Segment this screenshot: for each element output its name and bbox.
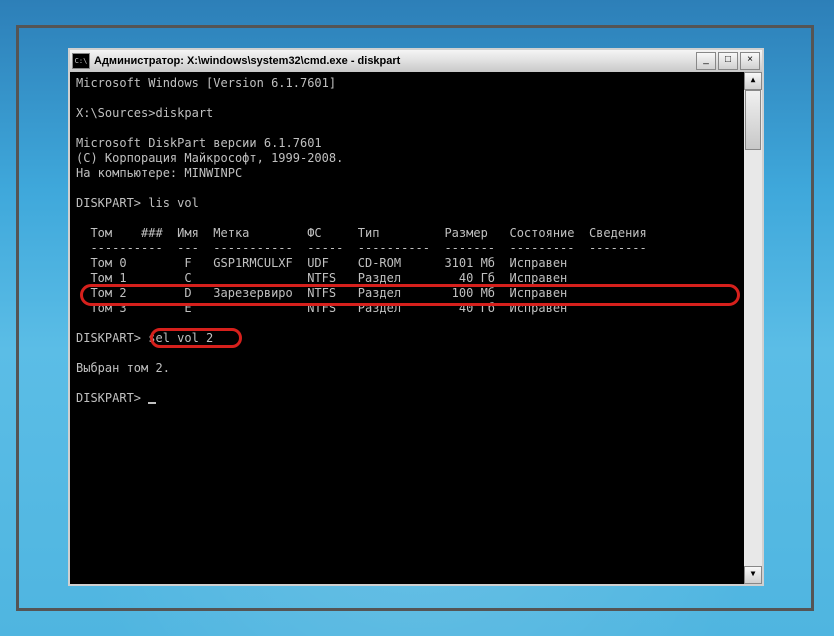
cmd-icon: C:\	[72, 53, 90, 69]
table-row: Том 1 C NTFS Раздел 40 Гб Исправен	[76, 271, 567, 285]
prompt-current: DISKPART>	[76, 391, 148, 405]
window-controls: _ □ ×	[696, 52, 760, 70]
scroll-thumb[interactable]	[745, 90, 761, 150]
line: Microsoft DiskPart версии 6.1.7601	[76, 136, 322, 150]
scrollbar[interactable]: ▲ ▼	[744, 72, 762, 584]
close-button[interactable]: ×	[740, 52, 760, 70]
titlebar[interactable]: C:\ Администратор: X:\windows\system32\c…	[70, 50, 762, 73]
table-header: Том ### Имя Метка ФС Тип Размер Состояни…	[76, 226, 647, 240]
cursor	[148, 402, 156, 404]
window-title: Администратор: X:\windows\system32\cmd.e…	[94, 55, 696, 67]
table-row: Том 3 E NTFS Раздел 40 Гб Исправен	[76, 301, 567, 315]
table-rule: ---------- --- ----------- ----- -------…	[76, 241, 647, 255]
line: Выбран том 2.	[76, 361, 170, 375]
line: На компьютере: MINWINPC	[76, 166, 242, 180]
line: Microsoft Windows [Version 6.1.7601]	[76, 76, 336, 90]
table-row: Том 2 D Зарезервиро NTFS Раздел 100 Мб И…	[76, 286, 567, 300]
terminal-output[interactable]: Microsoft Windows [Version 6.1.7601] X:\…	[70, 72, 744, 584]
line: X:\Sources>diskpart	[76, 106, 213, 120]
scroll-up-button[interactable]: ▲	[744, 72, 762, 90]
table-row: Том 0 F GSP1RMCULXF UDF CD-ROM 3101 Мб И…	[76, 256, 567, 270]
maximize-button[interactable]: □	[718, 52, 738, 70]
minimize-button[interactable]: _	[696, 52, 716, 70]
line: (C) Корпорация Майкрософт, 1999-2008.	[76, 151, 343, 165]
line: DISKPART> sel vol 2	[76, 331, 213, 345]
cmd-window: C:\ Администратор: X:\windows\system32\c…	[68, 48, 764, 586]
scroll-down-button[interactable]: ▼	[744, 566, 762, 584]
line: DISKPART> lis vol	[76, 196, 199, 210]
